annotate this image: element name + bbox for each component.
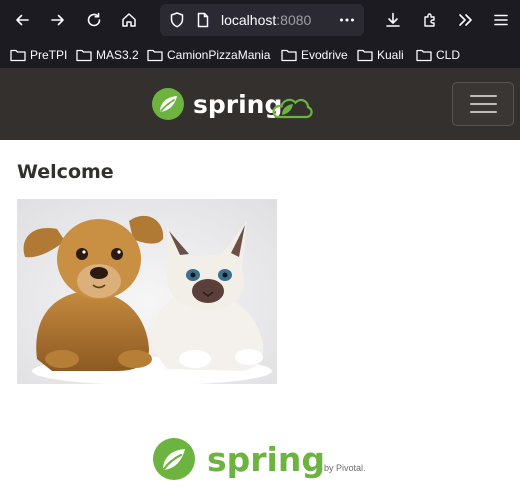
folder-icon <box>76 49 92 62</box>
puzzle-piece-icon <box>424 13 435 27</box>
shield-icon[interactable] <box>168 11 186 29</box>
browser-chrome: localhost:8080 PreTPI MAS3.2 CamionPizza… <box>0 0 520 68</box>
page-title: Welcome <box>17 161 114 183</box>
footer-logo: spring by Pivotal. <box>150 434 374 486</box>
page-icon <box>197 12 209 28</box>
url-host: localhost <box>221 12 277 28</box>
chevrons-right-icon <box>459 14 472 26</box>
bookmark-folder-cld[interactable]: CLD <box>416 45 460 65</box>
bookmark-folder-pretpi[interactable]: PreTPI <box>10 45 67 65</box>
browser-toolbar: localhost:8080 <box>0 0 520 40</box>
navbar-brand-link[interactable]: spring <box>151 86 313 122</box>
overflow-menu-button[interactable] <box>451 6 479 34</box>
reload-icon <box>87 12 101 27</box>
forward-button[interactable] <box>44 6 72 34</box>
downloads-button[interactable] <box>379 6 407 34</box>
bookmark-label: PreTPI <box>30 48 68 62</box>
folder-icon <box>357 49 373 62</box>
url-port: :8080 <box>276 12 312 28</box>
folder-icon <box>416 49 432 62</box>
bookmark-folder-mas[interactable]: MAS3.2 <box>76 45 139 65</box>
bookmark-label: CamionPizzaMania <box>167 48 271 62</box>
site-navbar: spring <box>0 68 520 140</box>
bookmark-label: Kuali <box>377 48 404 62</box>
bookmark-folder-camionpizzamania[interactable]: CamionPizzaMania <box>147 45 270 65</box>
bookmark-folder-evodrive[interactable]: Evodrive <box>281 45 348 65</box>
spring-logo: spring <box>152 88 313 120</box>
reload-button[interactable] <box>80 6 108 34</box>
folder-icon <box>10 49 26 62</box>
folder-icon <box>281 49 297 62</box>
app-menu-button[interactable] <box>487 6 515 34</box>
bookmark-folder-kuali[interactable]: Kuali <box>357 45 404 65</box>
spring-by-pivotal-logo: spring by Pivotal. <box>153 438 366 480</box>
folder-icon <box>147 49 163 62</box>
home-icon <box>122 13 136 27</box>
spring-leaf-icon <box>152 88 184 120</box>
url-bar[interactable]: localhost:8080 <box>160 4 364 36</box>
bookmark-label: MAS3.2 <box>96 48 139 62</box>
pets-image <box>17 199 277 384</box>
footer-brand-text: spring <box>207 440 325 479</box>
back-button[interactable] <box>8 6 36 34</box>
hamburger-icon <box>494 14 508 26</box>
page-actions-button[interactable] <box>336 9 358 31</box>
arrow-left-icon <box>16 14 29 26</box>
arrow-right-icon <box>51 14 64 26</box>
download-icon <box>386 12 400 27</box>
bookmark-label: Evodrive <box>301 48 348 62</box>
bookmarks-toolbar: PreTPI MAS3.2 CamionPizzaMania Evodrive … <box>0 40 520 67</box>
navbar-brand-text: spring <box>193 90 282 119</box>
more-horizontal-icon <box>340 18 354 22</box>
home-button[interactable] <box>115 6 143 34</box>
url-text[interactable]: localhost:8080 <box>221 12 311 28</box>
navbar-toggle-button[interactable] <box>452 82 514 126</box>
spring-leaf-icon <box>153 438 195 480</box>
extensions-button[interactable] <box>416 6 444 34</box>
bookmark-label: CLD <box>436 48 461 62</box>
footer-by-text: by Pivotal. <box>324 463 366 473</box>
